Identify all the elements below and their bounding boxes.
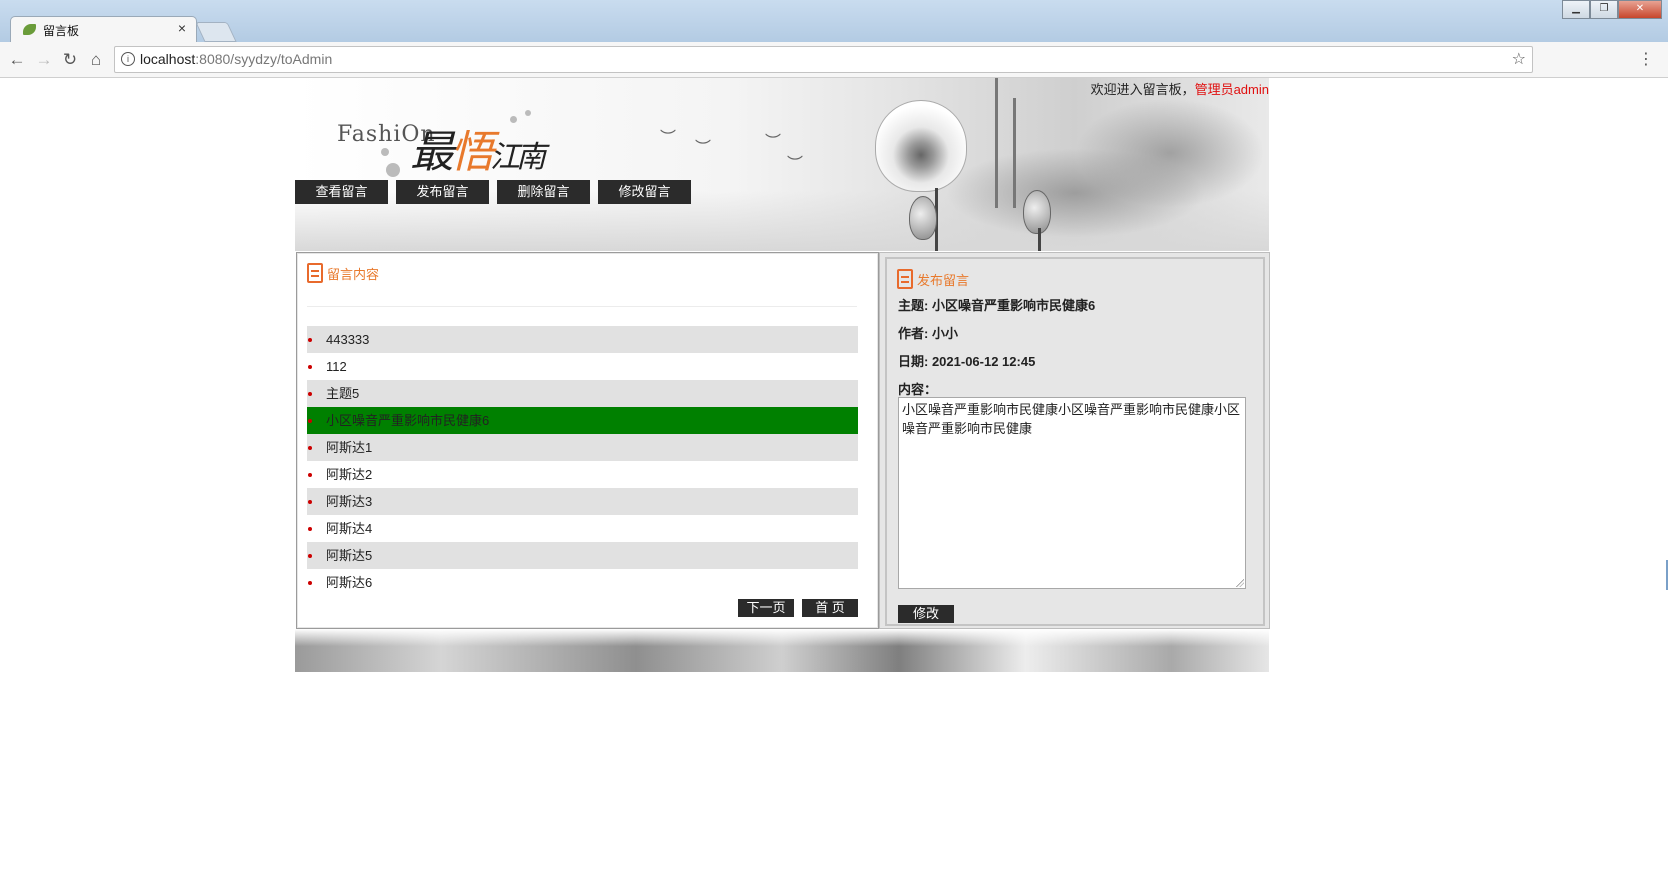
- forward-arrow-icon[interactable]: →: [33, 50, 55, 70]
- list-item[interactable]: 阿斯达2: [307, 461, 858, 488]
- next-page-button[interactable]: 下一页: [738, 599, 794, 617]
- leaf-icon: [23, 24, 36, 35]
- home-icon[interactable]: ⌂: [85, 50, 107, 70]
- detail-frame: 发布留言 主题: 小区噪音严重影响市民健康6 作者: 小小 日期: 2021-0…: [885, 257, 1265, 626]
- subject-field: 主题: 小区噪音严重影响市民健康6: [898, 298, 1096, 313]
- tab-close-icon[interactable]: ×: [178, 20, 186, 36]
- lotus-bud-decoration: [1023, 190, 1051, 234]
- first-page-button[interactable]: 首 页: [802, 599, 858, 617]
- bird-icon: ︶: [660, 130, 677, 147]
- divider: [307, 306, 857, 307]
- bird-icon: ︶: [765, 134, 782, 151]
- list-item[interactable]: 阿斯达5: [307, 542, 858, 569]
- content-label: 内容：: [898, 382, 938, 397]
- list-item[interactable]: 主题5: [307, 380, 858, 407]
- info-icon[interactable]: i: [121, 52, 135, 66]
- new-tab-button[interactable]: [195, 22, 237, 42]
- lotus-stem-decoration: [1038, 228, 1041, 251]
- nav-delete-message[interactable]: 删除留言: [497, 180, 590, 204]
- mast-decoration: [995, 78, 998, 208]
- content-textarea[interactable]: 小区噪音严重影响市民健康小区噪音严重影响市民健康小区噪音严重影响市民健康: [898, 397, 1246, 589]
- bird-icon: ︶: [787, 156, 804, 173]
- message-list: 443333 112 主题5 小区噪音严重影响市民健康6 阿斯达1 阿斯达2 阿…: [307, 326, 858, 596]
- lotus-bud-decoration: [909, 196, 937, 240]
- reload-icon[interactable]: ↻: [59, 50, 81, 70]
- browser-tab[interactable]: 留言板 ×: [10, 16, 197, 43]
- nav-edit-message[interactable]: 修改留言: [598, 180, 691, 204]
- message-list-panel: 留言内容 443333 112 主题5 小区噪音严重影响市民健康6 阿斯达1 阿…: [296, 252, 879, 629]
- menu-icon[interactable]: ⋮: [1638, 49, 1654, 69]
- window-controls: ▁ ❐ ✕: [1562, 0, 1662, 19]
- detail-header: 发布留言: [897, 269, 969, 289]
- lotus-flower-decoration: [875, 100, 967, 192]
- ink-cloud-decoration: [1075, 98, 1265, 208]
- bird-icon: ︶: [695, 140, 712, 157]
- panel-header: 留言内容: [307, 263, 379, 283]
- browser-titlebar: 留言板 × ▁ ❐ ✕: [0, 0, 1668, 43]
- list-item[interactable]: 443333: [307, 326, 858, 353]
- address-bar[interactable]: i localhost:8080/syydzy/toAdmin ☆: [114, 46, 1533, 73]
- nav-view-messages[interactable]: 查看留言: [295, 180, 388, 204]
- list-item[interactable]: 112: [307, 353, 858, 380]
- back-arrow-icon[interactable]: ←: [6, 50, 28, 70]
- mast-decoration: [1013, 98, 1016, 208]
- author-field: 作者: 小小: [898, 326, 958, 341]
- main-nav: 查看留言 发布留言 删除留言 修改留言: [295, 180, 691, 204]
- tab-title: 留言板: [43, 24, 80, 38]
- browser-toolbar: ← → ↻ ⌂ i localhost:8080/syydzy/toAdmin …: [0, 42, 1668, 78]
- message-detail-panel: 发布留言 主题: 小区噪音严重影响市民健康6 作者: 小小 日期: 2021-0…: [879, 252, 1270, 629]
- welcome-message: 欢迎进入留言板，管理员admin: [1090, 82, 1269, 97]
- list-item[interactable]: 阿斯达6: [307, 569, 858, 596]
- panel-title: 留言内容: [327, 266, 380, 282]
- list-item[interactable]: 阿斯达1: [307, 434, 858, 461]
- minimize-icon[interactable]: ▁: [1562, 0, 1590, 19]
- edit-button[interactable]: 修改: [898, 605, 954, 623]
- date-field: 日期: 2021-06-12 12:45: [898, 354, 1036, 369]
- admin-link[interactable]: 管理员admin: [1195, 82, 1269, 97]
- detail-title: 发布留言: [917, 272, 970, 288]
- logo-chinese: 最悟江南: [410, 127, 546, 178]
- page-footer: [295, 629, 1269, 672]
- maximize-icon[interactable]: ❐: [1590, 0, 1618, 19]
- resize-grip-icon[interactable]: [1236, 579, 1244, 587]
- close-window-icon[interactable]: ✕: [1618, 0, 1662, 19]
- pagination: 下一页 首 页: [738, 599, 858, 617]
- document-icon: [897, 269, 913, 289]
- url-text: localhost:8080/syydzy/toAdmin: [140, 51, 333, 67]
- list-item[interactable]: 阿斯达4: [307, 515, 858, 542]
- star-icon[interactable]: ☆: [1512, 49, 1526, 69]
- page-header: 欢迎进入留言板，管理员admin FashiOn 最悟江南 ︶ ︶ ︶ ︶ 查看…: [295, 78, 1269, 251]
- nav-post-message[interactable]: 发布留言: [396, 180, 489, 204]
- document-icon: [307, 263, 323, 283]
- list-item-selected[interactable]: 小区噪音严重影响市民健康6: [307, 407, 858, 434]
- list-item[interactable]: 阿斯达3: [307, 488, 858, 515]
